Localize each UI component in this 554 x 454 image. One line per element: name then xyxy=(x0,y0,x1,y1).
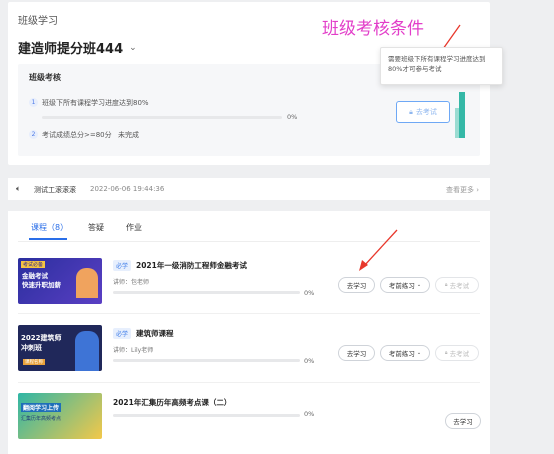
progress-label: 0% xyxy=(304,410,315,418)
view-more-link[interactable]: 查看更多 › xyxy=(446,185,479,195)
tab-homework[interactable]: 作业 xyxy=(126,222,142,233)
decorative-bar xyxy=(459,92,465,138)
active-tab-indicator xyxy=(29,238,67,240)
notice-bar xyxy=(8,178,490,200)
practice-dropdown[interactable]: 考前练习 ⌄ xyxy=(380,345,430,361)
annotation-arrow-icon xyxy=(359,229,398,271)
course-title[interactable]: 2021年一级消防工程师金融考试 xyxy=(136,260,247,271)
section-title: 班级学习 xyxy=(18,16,58,27)
progress-bar xyxy=(113,291,300,294)
notice-text[interactable]: 测试工滚滚滚 xyxy=(34,185,76,195)
condition-status: 未完成 xyxy=(118,131,139,139)
exam-button[interactable]: 🔒︎ 去考试 xyxy=(435,345,479,361)
course-teacher: 讲师：包老师 xyxy=(113,279,150,286)
course-thumbnail[interactable]: 翻阅学习上传 汇集历年高频考点 xyxy=(18,393,102,439)
condition-text: 班级下所有课程学习进度达到80% xyxy=(42,99,149,107)
class-name: 建造师提分班444 xyxy=(18,42,124,57)
notice-time: 2022-06-06 19:44:36 xyxy=(90,185,165,193)
study-button[interactable]: 去学习 xyxy=(338,345,375,361)
course-teacher: 讲师：Lily老师 xyxy=(113,347,154,354)
study-button[interactable]: 去学习 xyxy=(445,413,481,429)
progress-label: 0% xyxy=(304,357,315,365)
course-title[interactable]: 2021年汇集历年高频考点课（二） xyxy=(113,397,231,408)
exam-tooltip: 需要班级下所有课程学习进度达到80%才可参与考试 xyxy=(380,47,503,85)
condition-number: 1 xyxy=(29,98,38,107)
practice-dropdown[interactable]: 考前练习 ⌄ xyxy=(380,277,430,293)
course-title[interactable]: 建筑师课程 xyxy=(136,328,174,339)
exam-title: 班级考核 xyxy=(29,73,61,82)
class-selector[interactable]: 建造师提分班444 ⌄ xyxy=(18,38,137,57)
tab-courses[interactable]: 课程（8） xyxy=(31,222,68,233)
divider xyxy=(18,313,480,314)
exam-button[interactable]: 🔒︎ 去考试 xyxy=(435,277,479,293)
study-button[interactable]: 去学习 xyxy=(338,277,375,293)
go-exam-button[interactable]: 🔒︎ 去考试 xyxy=(396,101,450,123)
chevron-down-icon: ⌄ xyxy=(129,42,137,53)
speaker-icon: 🔈︎ xyxy=(16,184,21,193)
tab-qa[interactable]: 答疑 xyxy=(88,222,104,233)
divider xyxy=(18,382,480,383)
progress-bar xyxy=(113,414,300,417)
condition-text: 考试成绩总分>=80分 xyxy=(42,131,112,139)
progress-bar xyxy=(42,116,282,119)
decorative-bar xyxy=(455,108,459,138)
required-tag: 必学 xyxy=(113,260,132,271)
annotation-title: 班级考核条件 xyxy=(322,19,424,39)
progress-label: 0% xyxy=(287,113,298,121)
progress-label: 0% xyxy=(304,289,315,297)
course-thumbnail[interactable]: 2022建筑师 冲刺班 课程名称 xyxy=(18,325,102,371)
progress-bar xyxy=(113,359,300,362)
course-thumbnail[interactable]: 考试必备 金融考试 快速升职加薪 xyxy=(18,258,102,304)
divider xyxy=(18,241,480,242)
condition-number: 2 xyxy=(29,130,38,139)
lock-icon: 🔒︎ xyxy=(409,107,413,116)
required-tag: 必学 xyxy=(113,328,132,339)
